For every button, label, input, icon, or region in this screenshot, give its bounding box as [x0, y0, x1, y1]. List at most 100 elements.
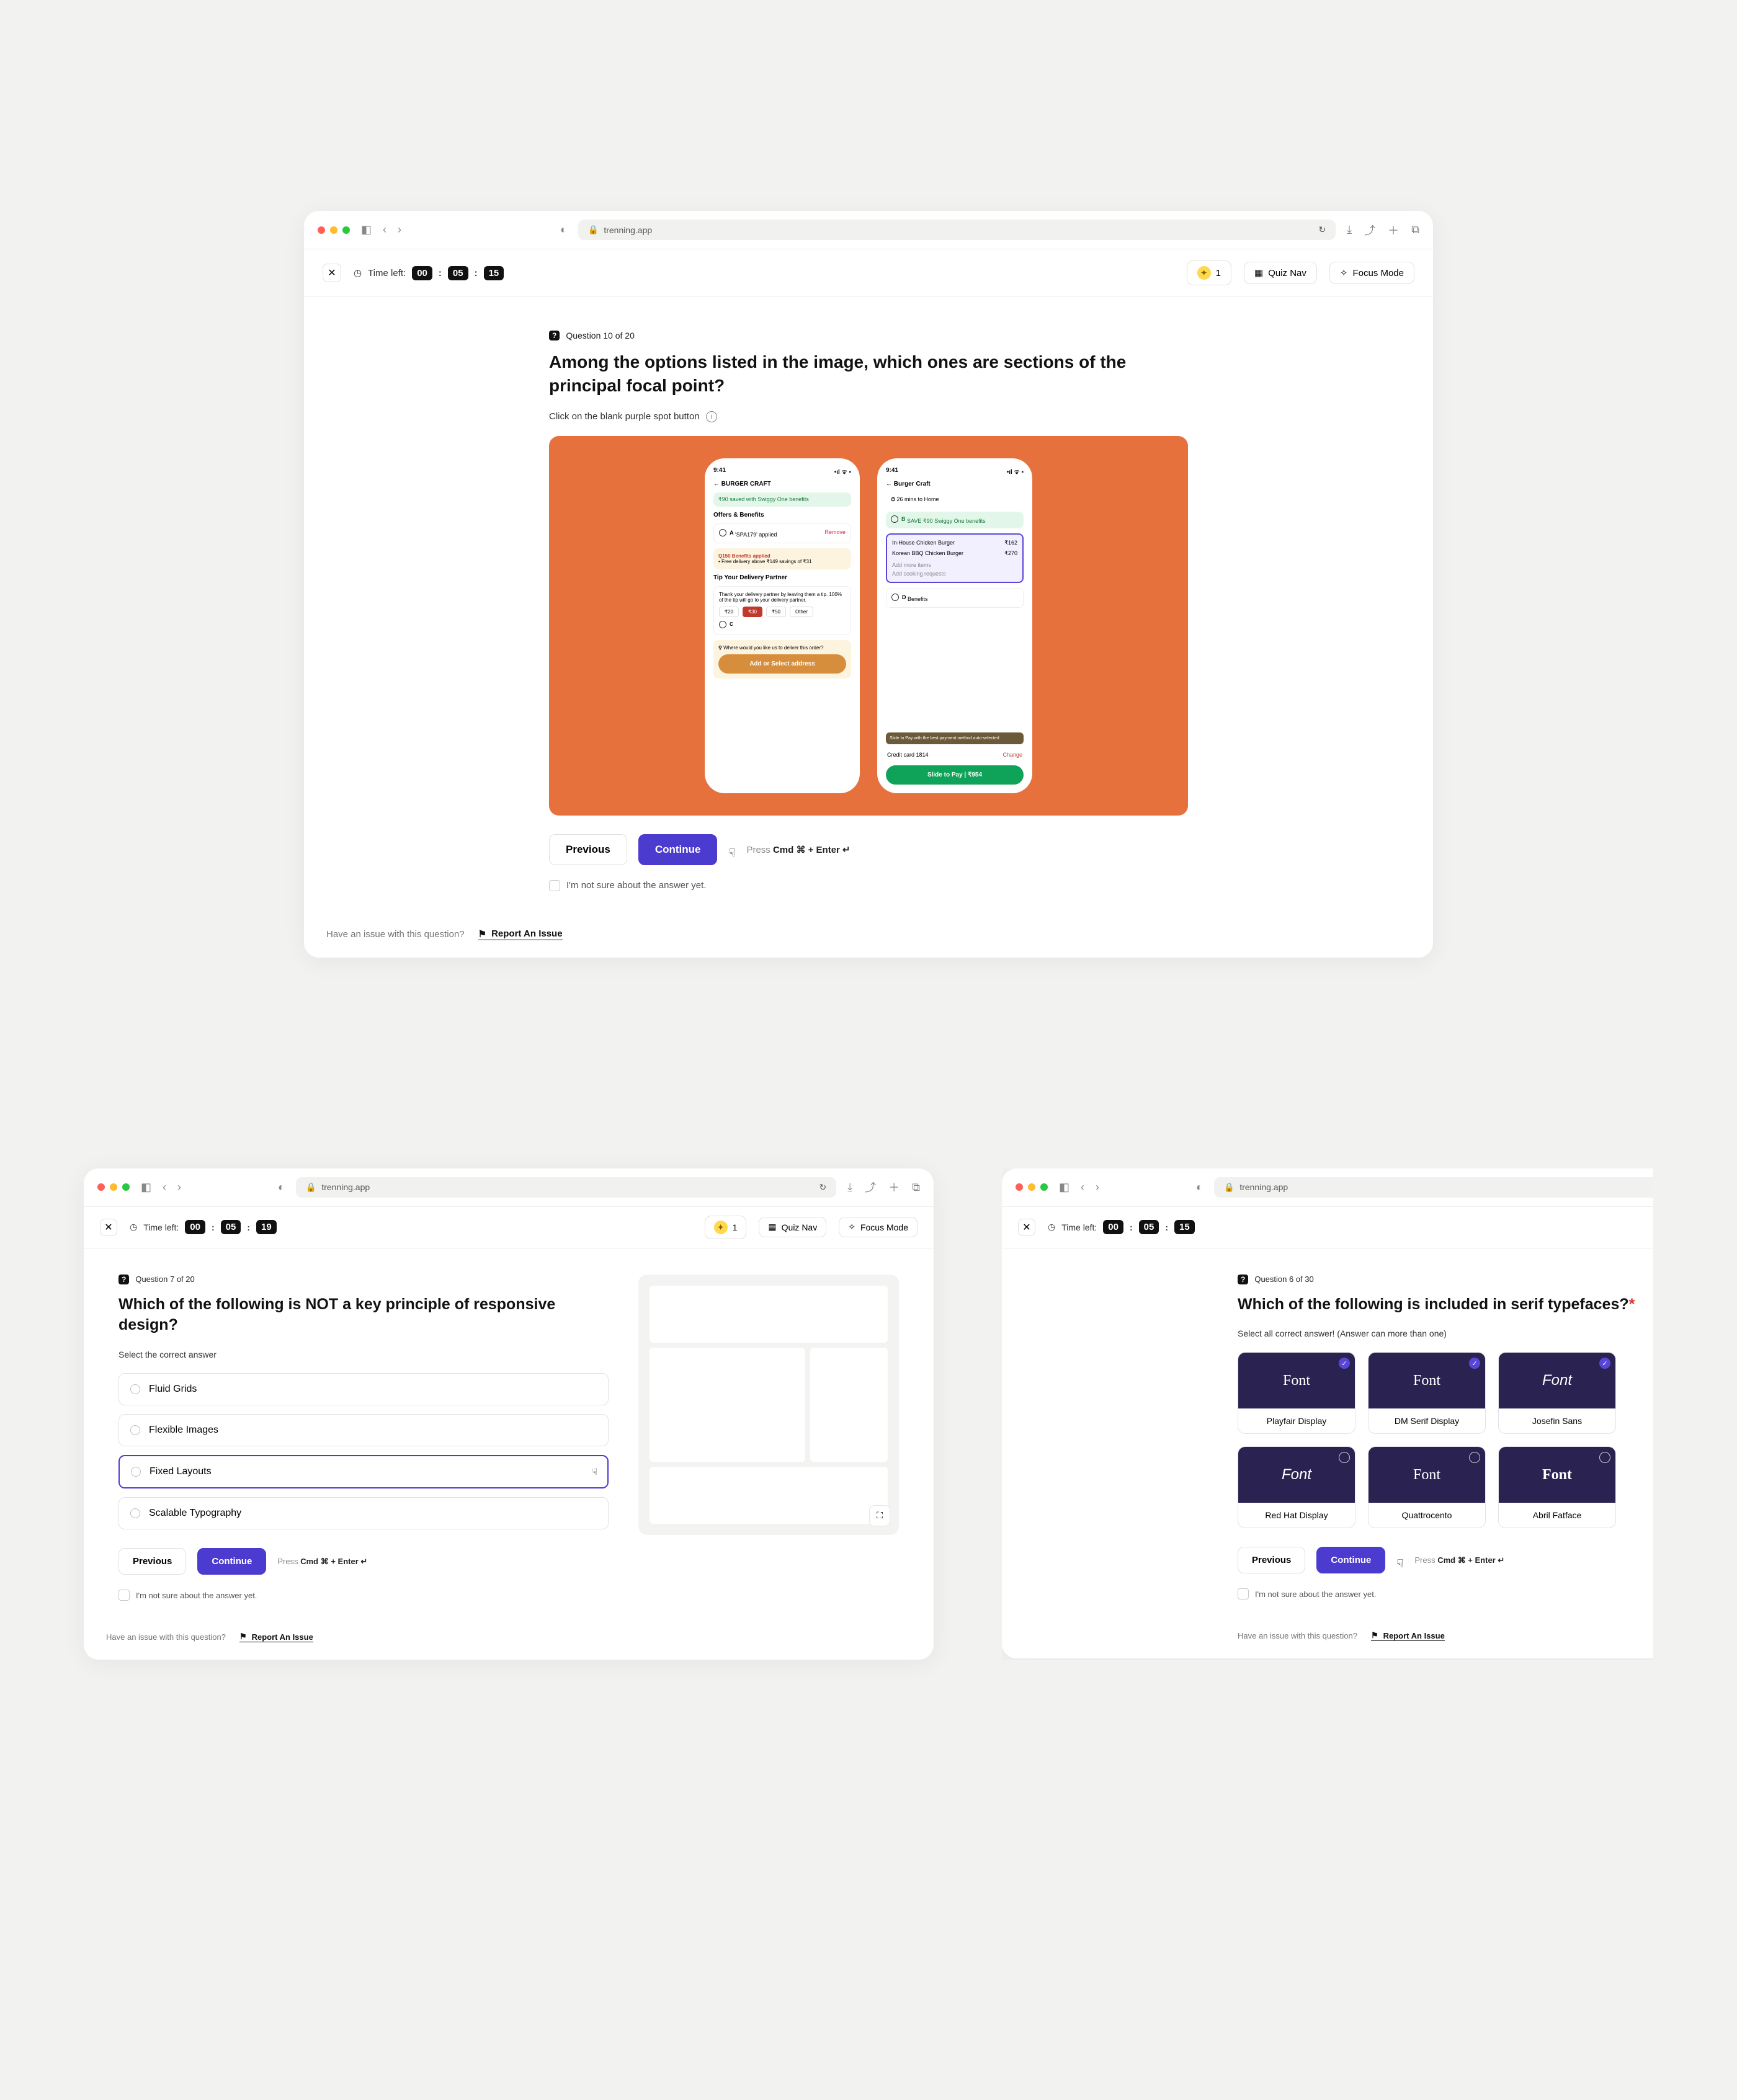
reload-icon[interactable]: ↻ — [819, 1182, 826, 1193]
question-progress: Question 7 of 20 — [135, 1275, 194, 1284]
traffic-max-icon[interactable] — [122, 1183, 130, 1191]
sidebar-toggle-icon[interactable]: ◧ — [1059, 1181, 1069, 1194]
traffic-min-icon[interactable] — [1028, 1183, 1035, 1191]
download-icon[interactable]: ⤓ — [1347, 222, 1352, 238]
choice-option[interactable]: Flexible Images — [118, 1414, 609, 1446]
question-type-badge: ? — [118, 1275, 129, 1284]
continue-button[interactable]: Continue — [638, 834, 718, 865]
traffic-min-icon[interactable] — [110, 1183, 117, 1191]
font-label: Quattrocento — [1369, 1503, 1485, 1528]
font-card[interactable]: Font Abril Fatface — [1498, 1446, 1616, 1528]
url-bar[interactable]: 🔒 trenning.app ↻ — [578, 220, 1336, 240]
url-text: trenning.app — [604, 225, 652, 235]
previous-button[interactable]: Previous — [1238, 1547, 1305, 1573]
font-label: Josefin Sans — [1499, 1408, 1615, 1433]
url-bar[interactable]: 🔒 trenning.app ↻ — [296, 1177, 836, 1198]
close-quiz-button[interactable]: ✕ — [100, 1219, 117, 1236]
font-card[interactable]: Font Red Hat Display — [1238, 1446, 1355, 1528]
hotspot-image[interactable]: 9:41•ıl ᯤ ▪ ← BURGER CRAFT ₹90 saved wit… — [549, 436, 1188, 816]
tabs-icon[interactable]: ⧉ — [912, 1179, 920, 1195]
coin-pill[interactable]: ✦1 — [705, 1216, 747, 1239]
mock-phone-left: 9:41•ıl ᯤ ▪ ← BURGER CRAFT ₹90 saved wit… — [705, 458, 860, 793]
shield-icon[interactable]: ◐ — [278, 1181, 285, 1194]
nav-back-icon[interactable]: ‹ — [1081, 1181, 1084, 1194]
cursor-icon: ☟ — [592, 1467, 597, 1477]
flag-icon: ⚑ — [478, 928, 486, 940]
share-icon[interactable]: ⤴ — [865, 1179, 876, 1195]
tabs-icon[interactable]: ⧉ — [1411, 222, 1419, 238]
url-bar[interactable]: 🔒 trenning.app ↻ — [1214, 1177, 1653, 1198]
info-icon[interactable]: i — [706, 411, 717, 422]
clock-icon: ◷ — [354, 267, 362, 278]
flag-icon: ⚑ — [239, 1632, 247, 1642]
expand-image-button[interactable]: ⛶ — [869, 1505, 890, 1526]
previous-button[interactable]: Previous — [118, 1548, 186, 1575]
traffic-max-icon[interactable] — [342, 226, 350, 234]
lock-icon: 🔒 — [1224, 1182, 1235, 1193]
sidebar-toggle-icon[interactable]: ◧ — [361, 223, 372, 236]
new-tab-icon[interactable]: ＋ — [888, 1179, 900, 1195]
reload-icon[interactable]: ↻ — [1318, 225, 1326, 235]
cursor-icon: ☟ — [728, 847, 735, 860]
share-icon[interactable]: ⤴ — [1364, 222, 1375, 238]
nav-back-icon[interactable]: ‹ — [383, 223, 386, 236]
new-tab-icon[interactable]: ＋ — [1388, 222, 1399, 238]
traffic-close-icon[interactable] — [97, 1183, 105, 1191]
nav-forward-icon[interactable]: › — [398, 223, 401, 236]
continue-button[interactable]: Continue — [197, 1548, 266, 1575]
keyboard-hint: Press Cmd ⌘ + Enter ↵ — [1414, 1555, 1504, 1565]
choice-option[interactable]: Fixed Layouts ☟ — [118, 1455, 609, 1488]
choice-option[interactable]: Scalable Typography — [118, 1497, 609, 1529]
unsure-checkbox[interactable] — [549, 880, 560, 891]
font-grid: ✓ Font Playfair Display ✓ Font DM Serif … — [1238, 1352, 1653, 1528]
choice-label: Fixed Layouts — [150, 1466, 212, 1477]
focus-icon: ✧ — [848, 1222, 855, 1232]
quiz-nav-button[interactable]: ▦ Quiz Nav — [1244, 262, 1317, 284]
font-label: DM Serif Display — [1369, 1408, 1485, 1433]
footer-prompt: Have an issue with this question? — [106, 1632, 226, 1642]
sidebar-toggle-icon[interactable]: ◧ — [141, 1181, 151, 1194]
choice-option[interactable]: Fluid Grids — [118, 1373, 609, 1405]
close-quiz-button[interactable]: ✕ — [323, 264, 341, 282]
report-issue-link[interactable]: ⚑Report An Issue — [239, 1632, 313, 1642]
shield-icon[interactable]: ◐ — [560, 223, 567, 236]
download-icon[interactable]: ⤓ — [847, 1179, 852, 1195]
nav-forward-icon[interactable]: › — [177, 1181, 181, 1194]
report-issue-link[interactable]: ⚑Report An Issue — [1371, 1631, 1445, 1641]
grid-icon: ▦ — [1254, 267, 1263, 278]
nav-back-icon[interactable]: ‹ — [163, 1181, 166, 1194]
unsure-label: I'm not sure about the answer yet. — [1255, 1590, 1376, 1599]
traffic-close-icon[interactable] — [318, 226, 325, 234]
previous-button[interactable]: Previous — [549, 834, 627, 865]
focus-mode-button[interactable]: ✧ Focus Mode — [1329, 262, 1414, 284]
question-title: Which of the following is NOT a key prin… — [118, 1294, 609, 1337]
shield-icon[interactable]: ◐ — [1196, 1181, 1203, 1194]
time-left-label: Time left: — [368, 268, 406, 278]
choice-label: Fluid Grids — [149, 1384, 197, 1395]
traffic-max-icon[interactable] — [1040, 1183, 1048, 1191]
continue-button[interactable]: Continue — [1316, 1547, 1385, 1573]
report-issue-link[interactable]: ⚑ Report An Issue — [478, 928, 563, 940]
coin-icon: ✦ — [1197, 266, 1211, 280]
coin-pill[interactable]: ✦ 1 — [1187, 260, 1231, 285]
mock-phone-right: 9:41•ıl ᯤ ▪ ← Burger Craft ⏱ 26 mins to … — [877, 458, 1032, 793]
keyboard-hint: Press Cmd ⌘ + Enter ↵ — [277, 1557, 367, 1567]
font-card[interactable]: Font Quattrocento — [1368, 1446, 1486, 1528]
footer-prompt: Have an issue with this question? — [326, 929, 465, 940]
traffic-min-icon[interactable] — [330, 226, 337, 234]
font-card[interactable]: ✓ Font Josefin Sans — [1498, 1352, 1616, 1434]
grid-icon: ▦ — [768, 1222, 776, 1232]
focus-mode-button[interactable]: ✧Focus Mode — [839, 1217, 918, 1237]
font-label: Playfair Display — [1238, 1408, 1355, 1433]
traffic-close-icon[interactable] — [1016, 1183, 1023, 1191]
unsure-checkbox[interactable] — [1238, 1588, 1249, 1599]
unsure-checkbox[interactable] — [118, 1590, 130, 1601]
reference-image: ⛶ — [638, 1275, 899, 1535]
font-card[interactable]: ✓ Font Playfair Display — [1238, 1352, 1355, 1434]
focus-icon: ✧ — [1340, 267, 1348, 278]
nav-forward-icon[interactable]: › — [1096, 1181, 1099, 1194]
coin-icon: ✦ — [714, 1221, 728, 1234]
font-card[interactable]: ✓ Font DM Serif Display — [1368, 1352, 1486, 1434]
close-quiz-button[interactable]: ✕ — [1018, 1219, 1035, 1236]
quiz-nav-button[interactable]: ▦Quiz Nav — [759, 1217, 826, 1237]
